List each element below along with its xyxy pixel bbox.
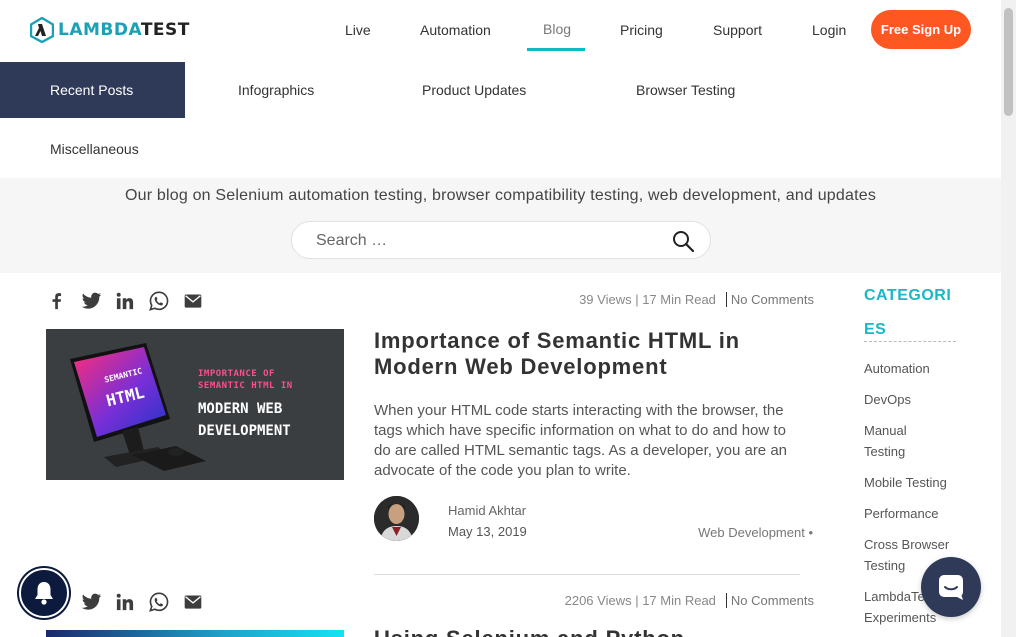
post-views: 39 Views (579, 292, 632, 307)
nav-login[interactable]: Login (812, 22, 846, 38)
nav-automation[interactable]: Automation (420, 22, 491, 38)
nav-blog[interactable]: Blog (543, 21, 571, 37)
sidebar-item-manual-testing[interactable]: Manual Testing (864, 420, 934, 462)
tab-miscellaneous[interactable]: Miscellaneous (50, 141, 139, 157)
monitor-illustration (46, 329, 344, 480)
author-name[interactable]: Hamid Akhtar (448, 503, 526, 518)
search-icon[interactable] (672, 230, 694, 252)
share-buttons (46, 591, 204, 613)
post-views: 2206 Views (564, 593, 632, 608)
top-navbar: LAMBDATEST Live Automation Blog Pricing … (0, 0, 1001, 62)
linkedin-icon[interactable] (114, 591, 136, 613)
nav-support[interactable]: Support (713, 22, 762, 38)
scrollbar-thumb[interactable] (1004, 8, 1013, 116)
lambdatest-logo[interactable]: LAMBDATEST (30, 17, 190, 43)
post-meta: 2206 Views | 17 Min Read No Comments (564, 593, 814, 608)
nav-pricing[interactable]: Pricing (620, 22, 663, 38)
sidebar-item-mobile-testing[interactable]: Mobile Testing (864, 472, 964, 493)
sidebar-item-performance[interactable]: Performance (864, 503, 964, 524)
tab-browser-testing[interactable]: Browser Testing (636, 82, 735, 98)
post-thumbnail[interactable] (46, 630, 344, 637)
twitter-icon[interactable] (80, 290, 102, 312)
tab-recent-posts[interactable]: Recent Posts (0, 62, 185, 118)
post-title[interactable]: Importance of Semantic HTML in Modern We… (374, 328, 794, 380)
chat-widget-button[interactable] (921, 557, 981, 617)
sidebar-categories-heading: CATEGORIES (864, 287, 952, 338)
sidebar-item-devops[interactable]: DevOps (864, 389, 964, 410)
category-tabs: Recent Posts Infographics Product Update… (0, 62, 1001, 178)
thumb-line-3: MODERN WEB (198, 401, 283, 417)
tab-infographics[interactable]: Infographics (238, 82, 314, 98)
post-read-time: 17 Min Read (642, 593, 716, 608)
thumb-line-2: SEMANTIC HTML IN (198, 381, 293, 391)
thumb-line-4: DEVELOPMENT (198, 423, 291, 439)
post-date: May 13, 2019 (448, 524, 527, 539)
free-signup-button[interactable]: Free Sign Up (871, 10, 971, 49)
page-scrollbar[interactable] (1001, 0, 1016, 637)
search-box[interactable] (291, 221, 711, 259)
whatsapp-icon[interactable] (148, 591, 170, 613)
post-category[interactable]: Web Development • (698, 525, 813, 540)
thumb-line-1: IMPORTANCE OF (198, 369, 275, 379)
nav-live[interactable]: Live (345, 22, 371, 38)
twitter-icon[interactable] (80, 591, 102, 613)
email-icon[interactable] (182, 290, 204, 312)
facebook-icon[interactable] (46, 290, 68, 312)
share-buttons (46, 290, 204, 312)
author-avatar[interactable] (374, 496, 419, 541)
post-comments-link[interactable]: No Comments (725, 292, 814, 307)
chat-icon (939, 575, 963, 600)
post-excerpt: When your HTML code starts interacting w… (374, 402, 788, 479)
lambdatest-logo-icon (30, 17, 54, 43)
bell-icon (35, 582, 53, 605)
post-thumbnail[interactable]: SEMANTIC HTML IMPORTANCE OF SEMANTIC HTM… (46, 329, 344, 480)
logo-text-part2: TEST (140, 20, 190, 40)
sidebar-item-automation[interactable]: Automation (864, 358, 964, 379)
blog-hero: Our blog on Selenium automation testing,… (0, 178, 1001, 273)
whatsapp-icon[interactable] (148, 290, 170, 312)
logo-text-part1: LAMBDA (58, 20, 141, 40)
email-icon[interactable] (182, 591, 204, 613)
nav-active-underline (527, 48, 585, 51)
post-read-time: 17 Min Read (642, 292, 716, 307)
search-input[interactable] (316, 230, 646, 252)
notification-bell-button[interactable] (19, 568, 69, 618)
post-meta: 39 Views | 17 Min Read No Comments (579, 292, 814, 307)
linkedin-icon[interactable] (114, 290, 136, 312)
post-divider (374, 574, 800, 575)
blog-tagline: Our blog on Selenium automation testing,… (124, 187, 877, 204)
tab-product-updates[interactable]: Product Updates (422, 82, 526, 98)
post-comments-link[interactable]: No Comments (725, 593, 814, 608)
sidebar-divider (864, 341, 956, 342)
post-title[interactable]: Using Selenium and Python (374, 626, 685, 637)
